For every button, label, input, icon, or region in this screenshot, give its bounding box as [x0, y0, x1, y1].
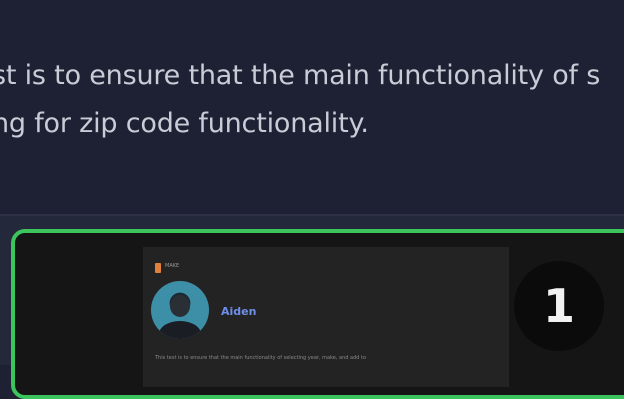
caption-text: This test is to ensure that the main fun…: [155, 355, 367, 361]
brand-label: MAKE: [165, 263, 180, 269]
step-number-badge: 1: [514, 261, 604, 351]
avatar: [151, 281, 209, 339]
user-name: Aiden: [221, 305, 257, 318]
description-paragraph: st is to ensure that the main functional…: [0, 52, 624, 148]
paragraph-line-2: ng for zip code functionality.: [0, 108, 369, 139]
brand-logo-icon: [155, 263, 161, 273]
avatar-shoulders: [159, 321, 201, 339]
screenshot-card[interactable]: MAKE Aiden This test is to ensure that t…: [11, 229, 624, 399]
paragraph-line-1: st is to ensure that the main functional…: [0, 60, 601, 91]
embedded-screenshot: MAKE Aiden This test is to ensure that t…: [143, 247, 509, 387]
avatar-face: [170, 295, 190, 317]
